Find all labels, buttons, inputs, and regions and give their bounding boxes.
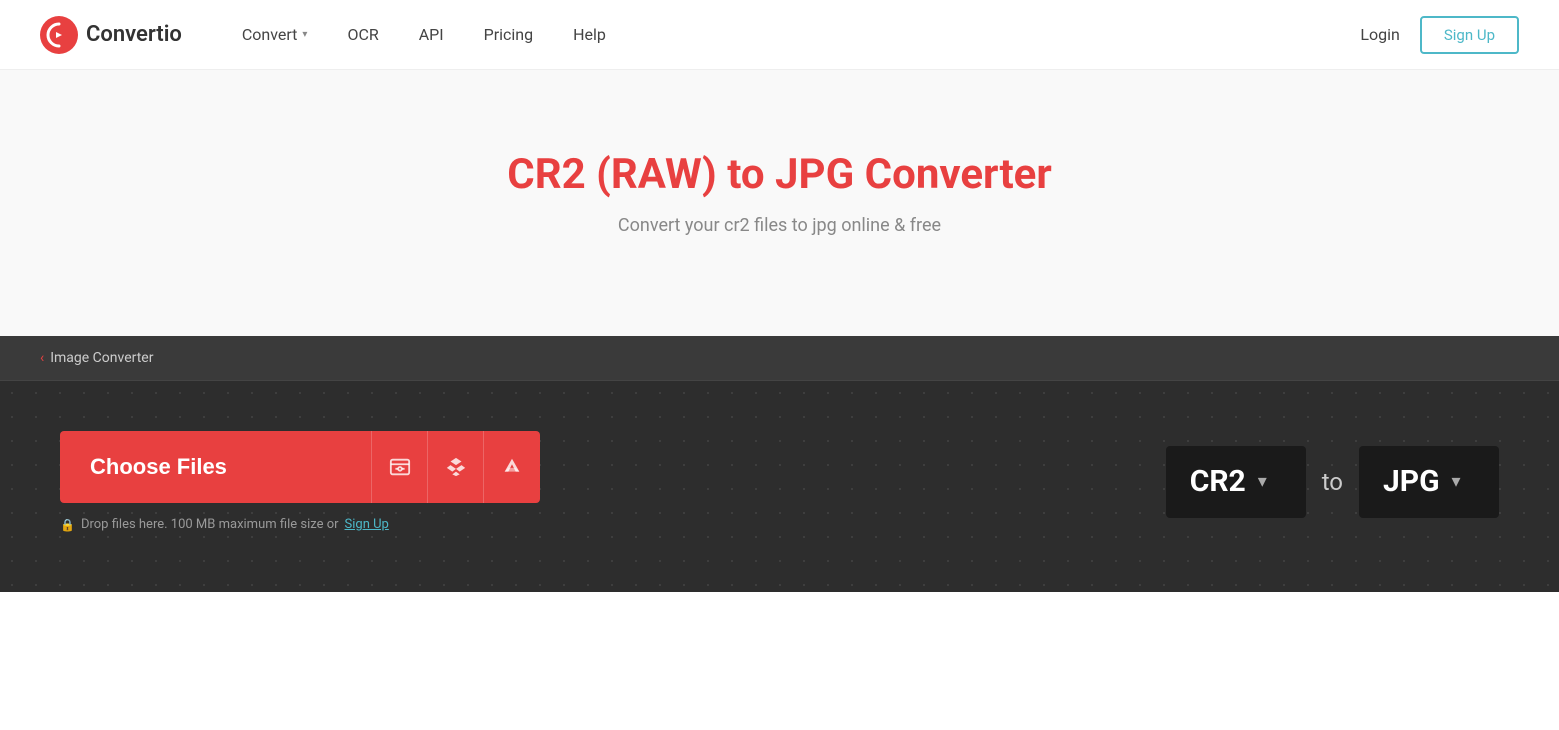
target-format-chevron-icon: ▾ bbox=[1452, 471, 1461, 492]
breadcrumb-chevron-icon: ‹ bbox=[40, 350, 44, 366]
source-format-chevron-icon: ▾ bbox=[1258, 471, 1267, 492]
choose-files-label: Choose Files bbox=[60, 454, 371, 480]
chevron-down-icon: ▾ bbox=[302, 29, 307, 40]
nav-item-api[interactable]: API bbox=[399, 0, 464, 70]
nav-auth: Login Sign Up bbox=[1360, 16, 1519, 54]
nav-links: Convert ▾ OCR API Pricing Help bbox=[222, 0, 1361, 70]
source-format-dropdown[interactable]: CR2 ▾ bbox=[1166, 446, 1306, 518]
login-button[interactable]: Login bbox=[1360, 25, 1399, 44]
signup-button[interactable]: Sign Up bbox=[1420, 16, 1519, 54]
nav-item-help[interactable]: Help bbox=[553, 0, 626, 70]
logo-icon bbox=[40, 16, 78, 54]
lock-icon: 🔒 bbox=[60, 518, 75, 532]
drop-hint-text: Drop files here. 100 MB maximum file siz… bbox=[81, 517, 339, 532]
choose-files-icons bbox=[371, 431, 540, 503]
source-format-label: CR2 bbox=[1190, 464, 1246, 499]
nav-item-ocr[interactable]: OCR bbox=[327, 0, 398, 70]
local-files-icon[interactable] bbox=[372, 431, 428, 503]
drop-hint-signup-link[interactable]: Sign Up bbox=[345, 517, 389, 532]
navbar: Convertio Convert ▾ OCR API Pricing Help… bbox=[0, 0, 1559, 70]
drop-hint: 🔒 Drop files here. 100 MB maximum file s… bbox=[60, 517, 389, 532]
logo[interactable]: Convertio bbox=[40, 16, 182, 54]
dropbox-icon[interactable] bbox=[428, 431, 484, 503]
hero-section: CR2 (RAW) to JPG Converter Convert your … bbox=[0, 70, 1559, 336]
page-title: CR2 (RAW) to JPG Converter bbox=[20, 150, 1539, 199]
target-format-dropdown[interactable]: JPG ▾ bbox=[1359, 446, 1499, 518]
converter-body: Choose Files bbox=[0, 381, 1559, 592]
google-drive-icon[interactable] bbox=[484, 431, 540, 503]
choose-files-button[interactable]: Choose Files bbox=[60, 431, 540, 503]
choose-section: Choose Files bbox=[60, 431, 540, 532]
breadcrumb: ‹ Image Converter bbox=[0, 336, 1559, 381]
to-label: to bbox=[1322, 468, 1343, 496]
page-subtitle: Convert your cr2 files to jpg online & f… bbox=[20, 215, 1539, 236]
nav-item-convert[interactable]: Convert ▾ bbox=[222, 0, 328, 70]
target-format-label: JPG bbox=[1383, 464, 1440, 499]
nav-item-pricing[interactable]: Pricing bbox=[464, 0, 554, 70]
logo-text: Convertio bbox=[86, 22, 182, 47]
format-section: CR2 ▾ to JPG ▾ bbox=[1166, 446, 1499, 518]
breadcrumb-label: Image Converter bbox=[50, 350, 153, 366]
converter-panel: ‹ Image Converter Choose Files bbox=[0, 336, 1559, 592]
